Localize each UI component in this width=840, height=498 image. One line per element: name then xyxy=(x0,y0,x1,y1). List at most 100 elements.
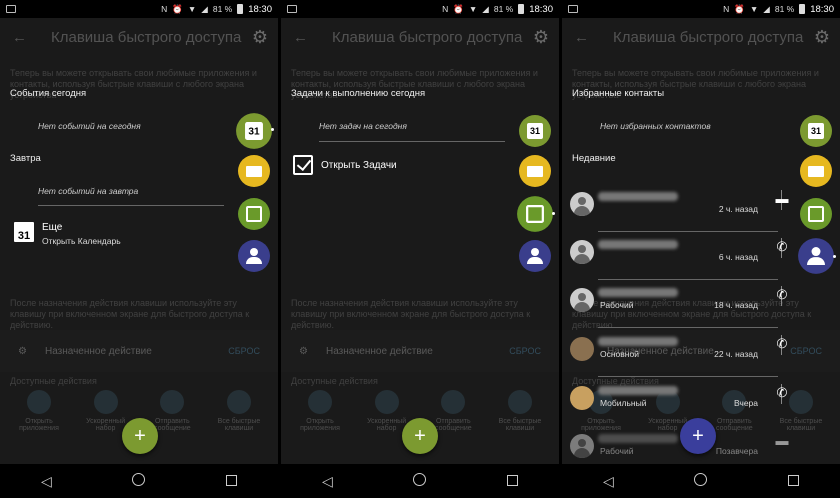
nav-bar: ◁ xyxy=(281,464,559,498)
assigned-action-row[interactable]: ⚙ Назначенное действие СБРОС xyxy=(0,330,278,372)
mail-icon xyxy=(808,165,824,177)
calendar-panel-button[interactable]: 31 xyxy=(236,113,272,149)
nfc-icon: N xyxy=(442,4,449,14)
battery-percent: 81 % xyxy=(774,4,795,14)
divider xyxy=(598,327,778,328)
open-calendar-label: Открыть Календарь xyxy=(42,236,121,246)
calendar-icon: 31 xyxy=(14,222,34,242)
back-arrow-icon[interactable]: ← xyxy=(293,29,308,46)
reset-button[interactable]: СБРОС xyxy=(228,346,260,356)
alarm-icon: ⏰ xyxy=(453,3,464,14)
recent-contact-row[interactable]: 2 ч. назад ▬ xyxy=(568,186,789,232)
contact-time-ago: 2 ч. назад xyxy=(718,204,758,214)
page-title: Клавиша быстрого доступа xyxy=(613,28,804,46)
app-bar: ← Клавиша быстрого доступа ⚙ xyxy=(281,18,559,56)
recent-label: Недавние xyxy=(572,153,616,164)
tasks-panel-button[interactable] xyxy=(800,198,832,230)
back-arrow-icon[interactable]: ← xyxy=(574,29,589,46)
reset-button[interactable]: СБРОС xyxy=(509,346,541,356)
checkbox-icon xyxy=(526,205,544,223)
contact-name-blurred xyxy=(598,192,678,201)
message-icon[interactable]: ▬ xyxy=(774,433,790,449)
home-icon[interactable] xyxy=(124,473,154,489)
home-icon[interactable] xyxy=(405,473,435,489)
person-icon xyxy=(527,248,543,264)
status-bar: N ⏰ ▼ ◢ 81 % 18:30 xyxy=(281,0,559,18)
gear-icon: ⚙ xyxy=(18,345,27,357)
phone-icon[interactable]: ✆ xyxy=(774,336,790,352)
no-tasks-today: Нет задач на сегодня xyxy=(319,121,407,131)
recents-icon[interactable] xyxy=(779,473,809,489)
message-icon[interactable]: ▬ xyxy=(774,191,790,207)
add-button[interactable]: + xyxy=(402,418,438,454)
contacts-panel-button[interactable] xyxy=(798,238,834,274)
shortcut-all-keys[interactable]: Все быстрые клавиши xyxy=(491,390,549,432)
mail-icon xyxy=(246,165,262,177)
recents-icon[interactable] xyxy=(217,473,247,489)
mail-panel-button[interactable] xyxy=(238,155,270,187)
battery-icon xyxy=(799,4,806,14)
mail-panel-button[interactable] xyxy=(800,155,832,187)
open-calendar-item[interactable]: 31 Еще Открыть Календарь xyxy=(14,222,121,246)
contact-number-type: Мобильный xyxy=(600,398,647,408)
gear-icon[interactable]: ⚙ xyxy=(252,27,268,48)
recent-contact-row[interactable]: Рабочий 18 ч. назад ✆ xyxy=(568,282,787,328)
more-title: Еще xyxy=(42,222,63,233)
image-notification-icon xyxy=(6,5,16,13)
reset-button[interactable]: СБРОС xyxy=(790,346,822,356)
phone-icon[interactable]: ✆ xyxy=(774,239,790,255)
phone-icon[interactable]: ✆ xyxy=(774,287,790,303)
nav-bar: ◁ xyxy=(0,464,278,498)
alarm-icon: ⏰ xyxy=(734,3,745,14)
battery-percent: 81 % xyxy=(212,4,233,14)
available-actions-label: Доступные действия xyxy=(291,376,378,386)
active-indicator xyxy=(552,212,555,215)
tasks-panel-button[interactable] xyxy=(517,196,553,232)
calendar-panel-button[interactable]: 31 xyxy=(519,115,551,147)
back-icon[interactable]: ◁ xyxy=(31,473,61,490)
open-tasks-item[interactable]: Открыть Задачи xyxy=(293,155,397,175)
shortcut-all-keys[interactable]: Все быстрые клавиши xyxy=(210,390,268,432)
gear-icon[interactable]: ⚙ xyxy=(814,27,830,48)
gear-icon: ⚙ xyxy=(299,345,308,357)
back-arrow-icon[interactable]: ← xyxy=(12,29,27,46)
recent-contact-row[interactable]: Основной 22 ч. назад ✆ xyxy=(568,331,787,377)
person-icon xyxy=(246,248,262,264)
clock: 18:30 xyxy=(248,3,272,15)
gear-icon[interactable]: ⚙ xyxy=(533,27,549,48)
open-tasks-label: Открыть Задачи xyxy=(321,159,397,171)
avatar xyxy=(570,288,594,312)
mail-panel-button[interactable] xyxy=(519,155,551,187)
nfc-icon: N xyxy=(161,4,168,14)
app-bar: ← Клавиша быстрого доступа ⚙ xyxy=(0,18,278,56)
contacts-panel-button[interactable] xyxy=(519,240,551,272)
recent-contact-row[interactable]: 6 ч. назад ✆ xyxy=(568,234,787,280)
alarm-icon: ⏰ xyxy=(172,3,183,14)
contact-name-blurred xyxy=(598,337,678,346)
phone-icon[interactable]: ✆ xyxy=(774,385,790,401)
checkbox-icon xyxy=(246,206,262,222)
no-favorite-contacts: Нет избранных контактов xyxy=(600,121,711,131)
tasks-panel-button[interactable] xyxy=(238,198,270,230)
calendar-panel-button[interactable]: 31 xyxy=(800,115,832,147)
add-button[interactable]: + xyxy=(680,418,716,454)
home-icon[interactable] xyxy=(686,473,716,489)
shortcut-open-apps[interactable]: Открыть приложения xyxy=(10,390,68,432)
back-icon[interactable]: ◁ xyxy=(312,473,342,490)
add-button[interactable]: + xyxy=(122,418,158,454)
favorite-contacts-label: Избранные контакты xyxy=(572,88,665,99)
clock: 18:30 xyxy=(810,3,834,15)
wifi-icon: ▼ xyxy=(749,4,759,14)
battery-icon xyxy=(237,4,244,14)
back-icon[interactable]: ◁ xyxy=(593,473,623,490)
shortcut-open-apps[interactable]: Открыть приложения xyxy=(291,390,349,432)
today-events-label: События сегодня xyxy=(10,88,87,99)
contacts-panel-button[interactable] xyxy=(238,240,270,272)
recents-icon[interactable] xyxy=(498,473,528,489)
screen-tasks: N ⏰ ▼ ◢ 81 % 18:30 ← Клавиша быстрого до… xyxy=(281,0,559,498)
assigned-action-row[interactable]: ⚙ Назначенное действие СБРОС xyxy=(281,330,559,372)
person-icon xyxy=(807,247,825,265)
signal-icon: ◢ xyxy=(763,3,770,14)
page-title: Клавиша быстрого доступа xyxy=(51,28,242,46)
recent-contact-row[interactable]: Мобильный Вчера ✆ xyxy=(568,380,787,426)
